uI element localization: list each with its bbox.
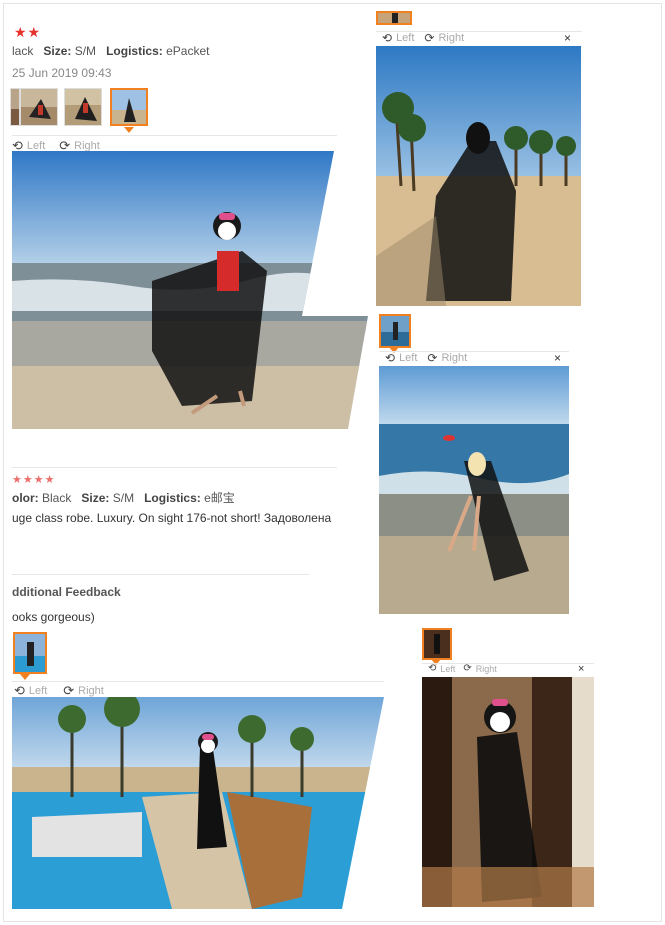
review2-meta: olor: Black Size: S/M Logistics: e邮宝 <box>12 489 235 506</box>
review1-date: 25 Jun 2019 09:43 <box>12 66 112 80</box>
review2-photo-pool <box>12 697 384 909</box>
review1-thumb-1[interactable] <box>10 88 20 126</box>
popup1-right[interactable]: Right <box>438 32 464 44</box>
review2-color-label: olor: <box>12 491 39 505</box>
popup1-photo-palms <box>376 46 581 306</box>
popup3-photo-mirror <box>422 677 594 907</box>
popup2-left[interactable]: Left <box>399 352 417 364</box>
review1-color: lack <box>12 44 34 58</box>
popup1-left[interactable]: Left <box>396 32 414 44</box>
review2-feedback-title: dditional Feedback <box>12 585 121 599</box>
rotate-left-icon[interactable]: ⟲ <box>428 663 436 674</box>
review2-feedback-text: ooks gorgeous) <box>12 610 95 624</box>
collage-frame: ★★ lack Size: S/M Logistics: ePacket 25 … <box>3 3 662 922</box>
review2-logistics-label: Logistics: <box>144 491 201 505</box>
review2-text: uge class robe. Luxury. On sight 176-not… <box>12 511 332 525</box>
review1-photo-beach <box>12 151 368 429</box>
rotate-left-icon[interactable]: ⟲ <box>382 31 392 45</box>
review2-rotate-right[interactable]: Right <box>78 685 104 697</box>
review1-thumb-3[interactable] <box>64 88 102 126</box>
review1-thumb-caret <box>124 127 134 133</box>
rotate-right-icon[interactable]: ⟳ <box>427 351 437 365</box>
review1-meta: lack Size: S/M Logistics: ePacket <box>12 44 209 58</box>
review2-stars: ★★★★ <box>12 474 56 486</box>
popup2-controls: ⟲ Left ⟳ Right <box>385 351 467 365</box>
review1-size-label: Size: <box>43 44 72 58</box>
popup1-controls: ⟲ Left ⟳ Right <box>382 31 464 45</box>
popup3-thumb[interactable] <box>422 628 452 660</box>
popup3-close-icon[interactable]: × <box>578 663 584 675</box>
review1-thumb-4-selected[interactable] <box>110 88 148 126</box>
rotate-right-icon[interactable]: ⟳ <box>424 31 434 45</box>
review2-size-label: Size: <box>81 491 110 505</box>
popup2-right[interactable]: Right <box>441 352 467 364</box>
review1-logistics-label: Logistics: <box>106 44 163 58</box>
review2-logistics-value: e邮宝 <box>204 491 235 505</box>
review2-divider <box>12 467 337 468</box>
review1-viewer-divider <box>12 135 337 136</box>
review2-size-value: S/M <box>112 491 135 505</box>
popup2-close-icon[interactable]: × <box>554 351 561 365</box>
popup2-photo-sea <box>379 366 569 614</box>
review1-logistics-value: ePacket <box>166 44 210 58</box>
rotate-right-icon[interactable]: ⟳ <box>463 663 471 674</box>
popup3-right[interactable]: Right <box>476 664 497 674</box>
popup2-thumb[interactable] <box>379 314 411 348</box>
popup1-close-icon[interactable]: × <box>564 31 571 45</box>
popup1-thumb[interactable] <box>376 11 412 25</box>
review1-stars: ★★ <box>14 24 42 40</box>
review2-thumb-selected[interactable] <box>13 632 47 674</box>
popup3-controls: ⟲ Left ⟳ Right <box>428 663 497 674</box>
review1-thumb-2[interactable] <box>20 88 58 126</box>
review1-size-value: S/M <box>74 44 97 58</box>
review2-thumb-caret <box>20 674 30 680</box>
popup3-left[interactable]: Left <box>440 664 455 674</box>
review2-color-value: Black <box>42 491 72 505</box>
review2-viewer-divider <box>12 681 384 682</box>
rotate-left-icon[interactable]: ⟲ <box>385 351 395 365</box>
review2-feedback-divider <box>12 574 309 575</box>
review2-rotate-left[interactable]: Left <box>29 685 47 697</box>
